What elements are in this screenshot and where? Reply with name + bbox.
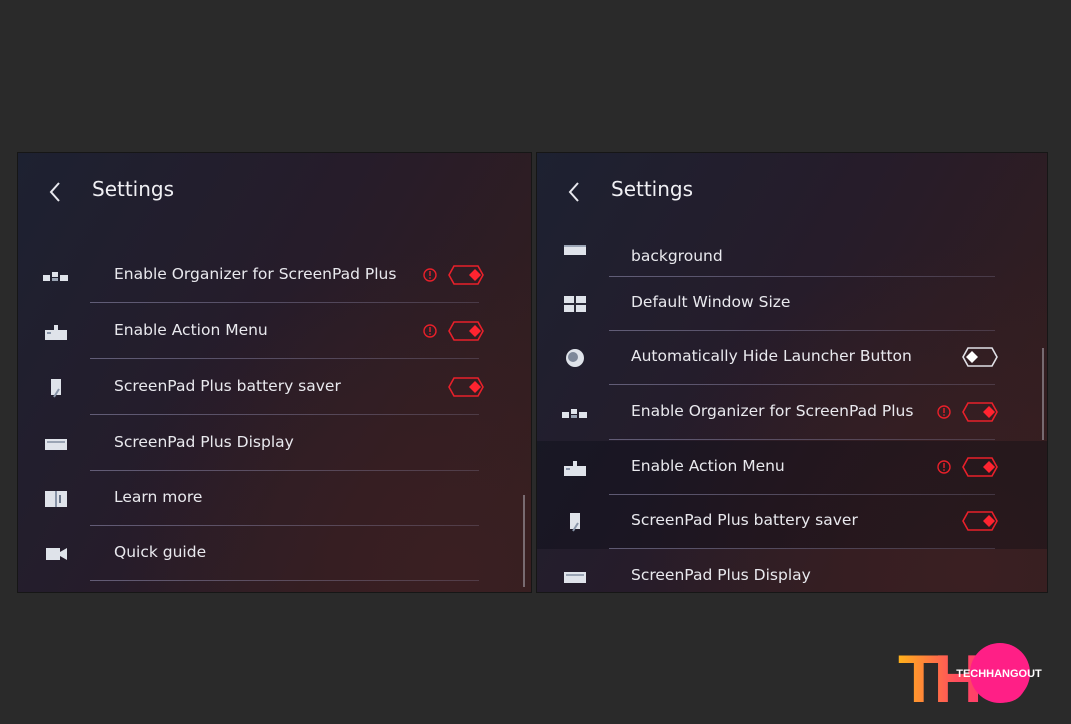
- settings-item-battery-saver[interactable]: ScreenPad Plus battery saver: [18, 361, 531, 415]
- settings-item-quick-guide[interactable]: Quick guide: [18, 527, 531, 581]
- launcher-icon: [561, 347, 589, 369]
- background-icon: [561, 239, 589, 261]
- settings-item-label: ScreenPad Plus battery saver: [631, 511, 858, 529]
- settings-item-label: Automatically Hide Launcher Button: [631, 347, 912, 365]
- settings-item-hide-launcher[interactable]: Automatically Hide Launcher Button: [537, 331, 1047, 385]
- settings-item-battery-saver[interactable]: ScreenPad Plus battery saver: [537, 495, 1047, 549]
- logo-brand: TECHHANGOUT: [956, 668, 1042, 680]
- divider: [609, 548, 995, 549]
- page-title: Settings: [611, 177, 694, 201]
- toggle-switch-on[interactable]: [961, 401, 999, 423]
- video-icon: [42, 543, 70, 565]
- settings-panel-left: Settings Enable Organizer for ScreenPad …: [18, 153, 531, 592]
- battery-saver-icon: [561, 511, 589, 533]
- settings-item-enable-organizer[interactable]: Enable Organizer for ScreenPad Plus: [537, 386, 1047, 440]
- toggle-switch-off[interactable]: [961, 346, 999, 368]
- divider: [90, 414, 479, 415]
- settings-item-label: Learn more: [114, 488, 203, 506]
- toggle-switch-on[interactable]: [961, 456, 999, 478]
- info-icon[interactable]: [936, 404, 952, 420]
- settings-item-label: Enable Action Menu: [114, 321, 268, 339]
- settings-item-label: Enable Organizer for ScreenPad Plus: [631, 402, 914, 420]
- settings-item-display[interactable]: ScreenPad Plus Display: [537, 550, 1047, 592]
- divider: [609, 439, 995, 440]
- divider: [90, 525, 479, 526]
- settings-item-background[interactable]: background: [537, 225, 1047, 277]
- settings-item-label: ScreenPad Plus battery saver: [114, 377, 341, 395]
- scrollbar[interactable]: [1042, 348, 1044, 440]
- action-menu-icon: [42, 321, 70, 343]
- window-size-icon: [561, 293, 589, 315]
- techhangout-logo: THO TECHHANGOUT: [898, 641, 1044, 717]
- organizer-icon: [561, 402, 589, 424]
- back-button[interactable]: [46, 179, 66, 205]
- display-icon: [42, 433, 70, 455]
- info-icon[interactable]: [422, 323, 438, 339]
- settings-panel-right: Settings background Default Window Size …: [537, 153, 1047, 592]
- settings-item-learn-more[interactable]: Learn more: [18, 472, 531, 526]
- toggle-switch-on[interactable]: [961, 510, 999, 532]
- divider: [90, 302, 479, 303]
- divider: [609, 384, 995, 385]
- chevron-left-icon: [568, 182, 579, 202]
- info-icon[interactable]: [936, 459, 952, 475]
- info-icon[interactable]: [422, 267, 438, 283]
- settings-header: Settings: [18, 153, 531, 231]
- back-button[interactable]: [565, 179, 585, 205]
- settings-item-label: Default Window Size: [631, 293, 791, 311]
- settings-item-label: Enable Organizer for ScreenPad Plus: [114, 265, 397, 283]
- display-icon: [561, 566, 589, 588]
- settings-item-label: ScreenPad Plus Display: [114, 433, 294, 451]
- toggle-switch-on[interactable]: [447, 264, 485, 286]
- divider: [90, 358, 479, 359]
- chevron-left-icon: [49, 182, 60, 202]
- toggle-switch-on[interactable]: [447, 320, 485, 342]
- page-title: Settings: [92, 177, 175, 201]
- settings-item-label: background: [631, 247, 723, 265]
- divider: [90, 580, 479, 581]
- settings-item-display[interactable]: ScreenPad Plus Display: [18, 417, 531, 471]
- settings-header: Settings: [537, 153, 1047, 231]
- action-menu-icon: [561, 457, 589, 479]
- divider: [90, 470, 479, 471]
- settings-item-enable-action-menu[interactable]: Enable Action Menu: [18, 305, 531, 359]
- settings-item-label: Enable Action Menu: [631, 457, 785, 475]
- book-icon: [42, 488, 70, 510]
- organizer-icon: [42, 265, 70, 287]
- settings-item-label: Quick guide: [114, 543, 207, 561]
- settings-item-default-window-size[interactable]: Default Window Size: [537, 277, 1047, 331]
- settings-item-enable-organizer[interactable]: Enable Organizer for ScreenPad Plus: [18, 249, 531, 303]
- scrollbar[interactable]: [523, 495, 525, 587]
- settings-item-label: ScreenPad Plus Display: [631, 566, 811, 584]
- toggle-switch-on[interactable]: [447, 376, 485, 398]
- settings-item-enable-action-menu[interactable]: Enable Action Menu: [537, 441, 1047, 495]
- battery-saver-icon: [42, 377, 70, 399]
